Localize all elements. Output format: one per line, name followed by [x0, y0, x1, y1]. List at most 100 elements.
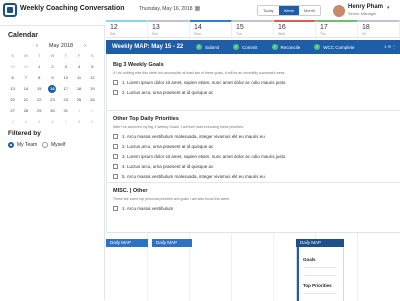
daily-map-tab-active[interactable]: Daily MAP — [296, 239, 344, 247]
weekly-map-title: Weekly MAP: May 15 - 22 — [112, 44, 184, 50]
priority-item[interactable]: 2. Luctus arcu, urna praesent at id quis… — [113, 144, 285, 149]
priority-text: 4. Luctus arcu, urna praesent at id quis… — [122, 164, 214, 169]
checkbox[interactable] — [113, 154, 118, 159]
calendar-day[interactable]: 24 — [59, 96, 72, 104]
calendar-day[interactable]: 16 — [48, 85, 57, 93]
calendar-day[interactable]: 9 — [86, 118, 99, 126]
calendar-day[interactable]: 4 — [19, 118, 32, 126]
calendar-day[interactable]: 1 — [72, 107, 85, 115]
calendar-day[interactable]: 19 — [86, 85, 99, 93]
checkbox[interactable] — [113, 134, 118, 139]
calendar-day[interactable]: 4 — [72, 63, 85, 71]
check-icon: ✓ — [271, 44, 278, 50]
calendar-day[interactable]: 17 — [59, 85, 72, 93]
step-commit[interactable]: ✓ Commit — [233, 44, 258, 50]
calendar-day[interactable]: 28 — [19, 107, 32, 115]
calendar-icon[interactable]: ▦ — [195, 6, 201, 12]
priority-item[interactable]: 3. Lorem ipsum dolor sit amet, sapien et… — [113, 154, 285, 159]
filter-myself[interactable]: Myself — [42, 142, 65, 148]
prev-arrow-icon[interactable]: ‹ — [112, 4, 120, 11]
priority-item[interactable]: 4. Luctus arcu, urna praesent at id quis… — [113, 164, 285, 169]
view-month-button[interactable]: Month — [298, 6, 320, 15]
calendar-day[interactable]: 2 — [86, 107, 99, 115]
daily-map-tab[interactable]: Daily MAP — [106, 239, 148, 247]
day-cell[interactable]: 15 Tue — [232, 20, 274, 37]
calendar-day[interactable]: 11 — [72, 74, 85, 82]
day-cell[interactable]: 18 Fri — [358, 20, 400, 37]
calendar-day[interactable]: 1 — [33, 63, 46, 71]
checkbox[interactable] — [113, 80, 118, 85]
calendar-day[interactable]: 13 — [6, 85, 19, 93]
prev-month-icon[interactable]: ‹ — [36, 43, 38, 49]
day-number: 17 — [320, 24, 328, 31]
checkbox[interactable] — [113, 90, 118, 95]
calendar-day[interactable]: 3 — [6, 118, 19, 126]
calendar-day[interactable]: 14 — [19, 85, 32, 93]
checkbox[interactable] — [113, 206, 118, 211]
step-wcc-complete[interactable]: ✓ WCC Complete — [314, 44, 355, 50]
calendar-day[interactable]: 9 — [46, 74, 59, 82]
view-today-button[interactable]: Today — [258, 6, 279, 15]
calendar-day[interactable]: 2 — [46, 63, 59, 71]
day-number: 16 — [278, 24, 286, 31]
filter-my-team[interactable]: My Team — [8, 142, 37, 148]
calendar-day[interactable]: 15 — [33, 85, 46, 93]
calendar-day[interactable]: 7 — [59, 118, 72, 126]
day-cell[interactable]: 17 Thu — [316, 20, 358, 37]
calendar-day[interactable]: 26 — [86, 96, 99, 104]
daily-map-tab[interactable]: Daily MAP — [152, 239, 192, 247]
app-title: Weekly Coaching Conversation — [20, 5, 125, 12]
goal-item[interactable]: 2. Luctus arcu, urna praesent at id quis… — [113, 90, 285, 95]
misc-item[interactable]: 1. Arcu massa vestibulum — [113, 206, 230, 211]
day-cell[interactable]: 14 Mon — [190, 20, 232, 37]
calendar-day[interactable]: 20 — [6, 96, 19, 104]
calendar-day[interactable]: 29 — [6, 63, 19, 71]
calendar-day[interactable]: 23 — [46, 96, 59, 104]
checkbox[interactable] — [113, 164, 118, 169]
calendar-day[interactable]: 18 — [72, 85, 85, 93]
misc-text: 1. Arcu massa vestibulum — [122, 206, 174, 211]
calendar-day[interactable]: 31 — [59, 107, 72, 115]
month-nav: ‹ May 2018 › — [36, 43, 86, 49]
view-toggle: Today Week Month — [257, 5, 321, 16]
next-month-icon[interactable]: › — [84, 43, 86, 49]
current-date[interactable]: Thursday, May 16, 2018 ▦ — [139, 5, 200, 12]
priority-text: 1. Arcu massa vestibulum malesuada, inte… — [122, 134, 265, 139]
priority-item[interactable]: 1. Arcu massa vestibulum malesuada, inte… — [113, 134, 285, 139]
calendar-day[interactable]: 6 — [46, 118, 59, 126]
calendar-day[interactable]: 8 — [72, 118, 85, 126]
calendar-day[interactable]: 3 — [59, 63, 72, 71]
calendar-day[interactable]: 8 — [33, 74, 46, 82]
calendar-day[interactable]: 7 — [19, 74, 32, 82]
calendar-day[interactable]: 30 — [19, 63, 32, 71]
calendar-day[interactable]: 12 — [86, 74, 99, 82]
calendar-day[interactable]: 25 — [72, 96, 85, 104]
priority-item[interactable]: 5. Arcu massa vestibulum malesuada, inte… — [113, 174, 285, 179]
user-name[interactable]: Henry Pham — [348, 4, 383, 10]
calendar-day[interactable]: 22 — [33, 96, 46, 104]
day-cell[interactable]: 12 Sat — [106, 20, 148, 37]
calendar-day[interactable]: 6 — [6, 74, 19, 82]
map-tools[interactable]: 1 ⟲ ⋮ — [384, 44, 396, 49]
day-cell[interactable]: 16 Wed — [274, 20, 316, 37]
calendar-day[interactable]: 5 — [33, 118, 46, 126]
radio-selected-icon[interactable] — [8, 142, 14, 148]
calendar-day[interactable]: 27 — [6, 107, 19, 115]
step-submit[interactable]: ✓ Submit — [196, 44, 219, 50]
calendar-day[interactable]: 29 — [33, 107, 46, 115]
checkbox[interactable] — [113, 174, 118, 179]
checkbox[interactable] — [113, 144, 118, 149]
step-reconcile[interactable]: ✓ Reconcile — [271, 44, 300, 50]
chevron-down-icon[interactable]: ▾ — [387, 5, 390, 11]
panel-goals-label: Goals — [303, 257, 316, 262]
calendar-day[interactable]: 21 — [19, 96, 32, 104]
calendar-day[interactable]: 30 — [46, 107, 59, 115]
radio-icon[interactable] — [42, 142, 48, 148]
next-arrow-icon[interactable]: › — [120, 4, 128, 11]
day-cell[interactable]: 13 Sun — [148, 20, 190, 37]
avatar[interactable] — [333, 5, 345, 17]
calendar-day[interactable]: 10 — [59, 74, 72, 82]
calendar-day[interactable]: 5 — [86, 63, 99, 71]
goal-item[interactable]: 1. Lorem ipsum dolor sit amet, sapien et… — [113, 80, 285, 85]
view-week-button[interactable]: Week — [278, 6, 299, 15]
